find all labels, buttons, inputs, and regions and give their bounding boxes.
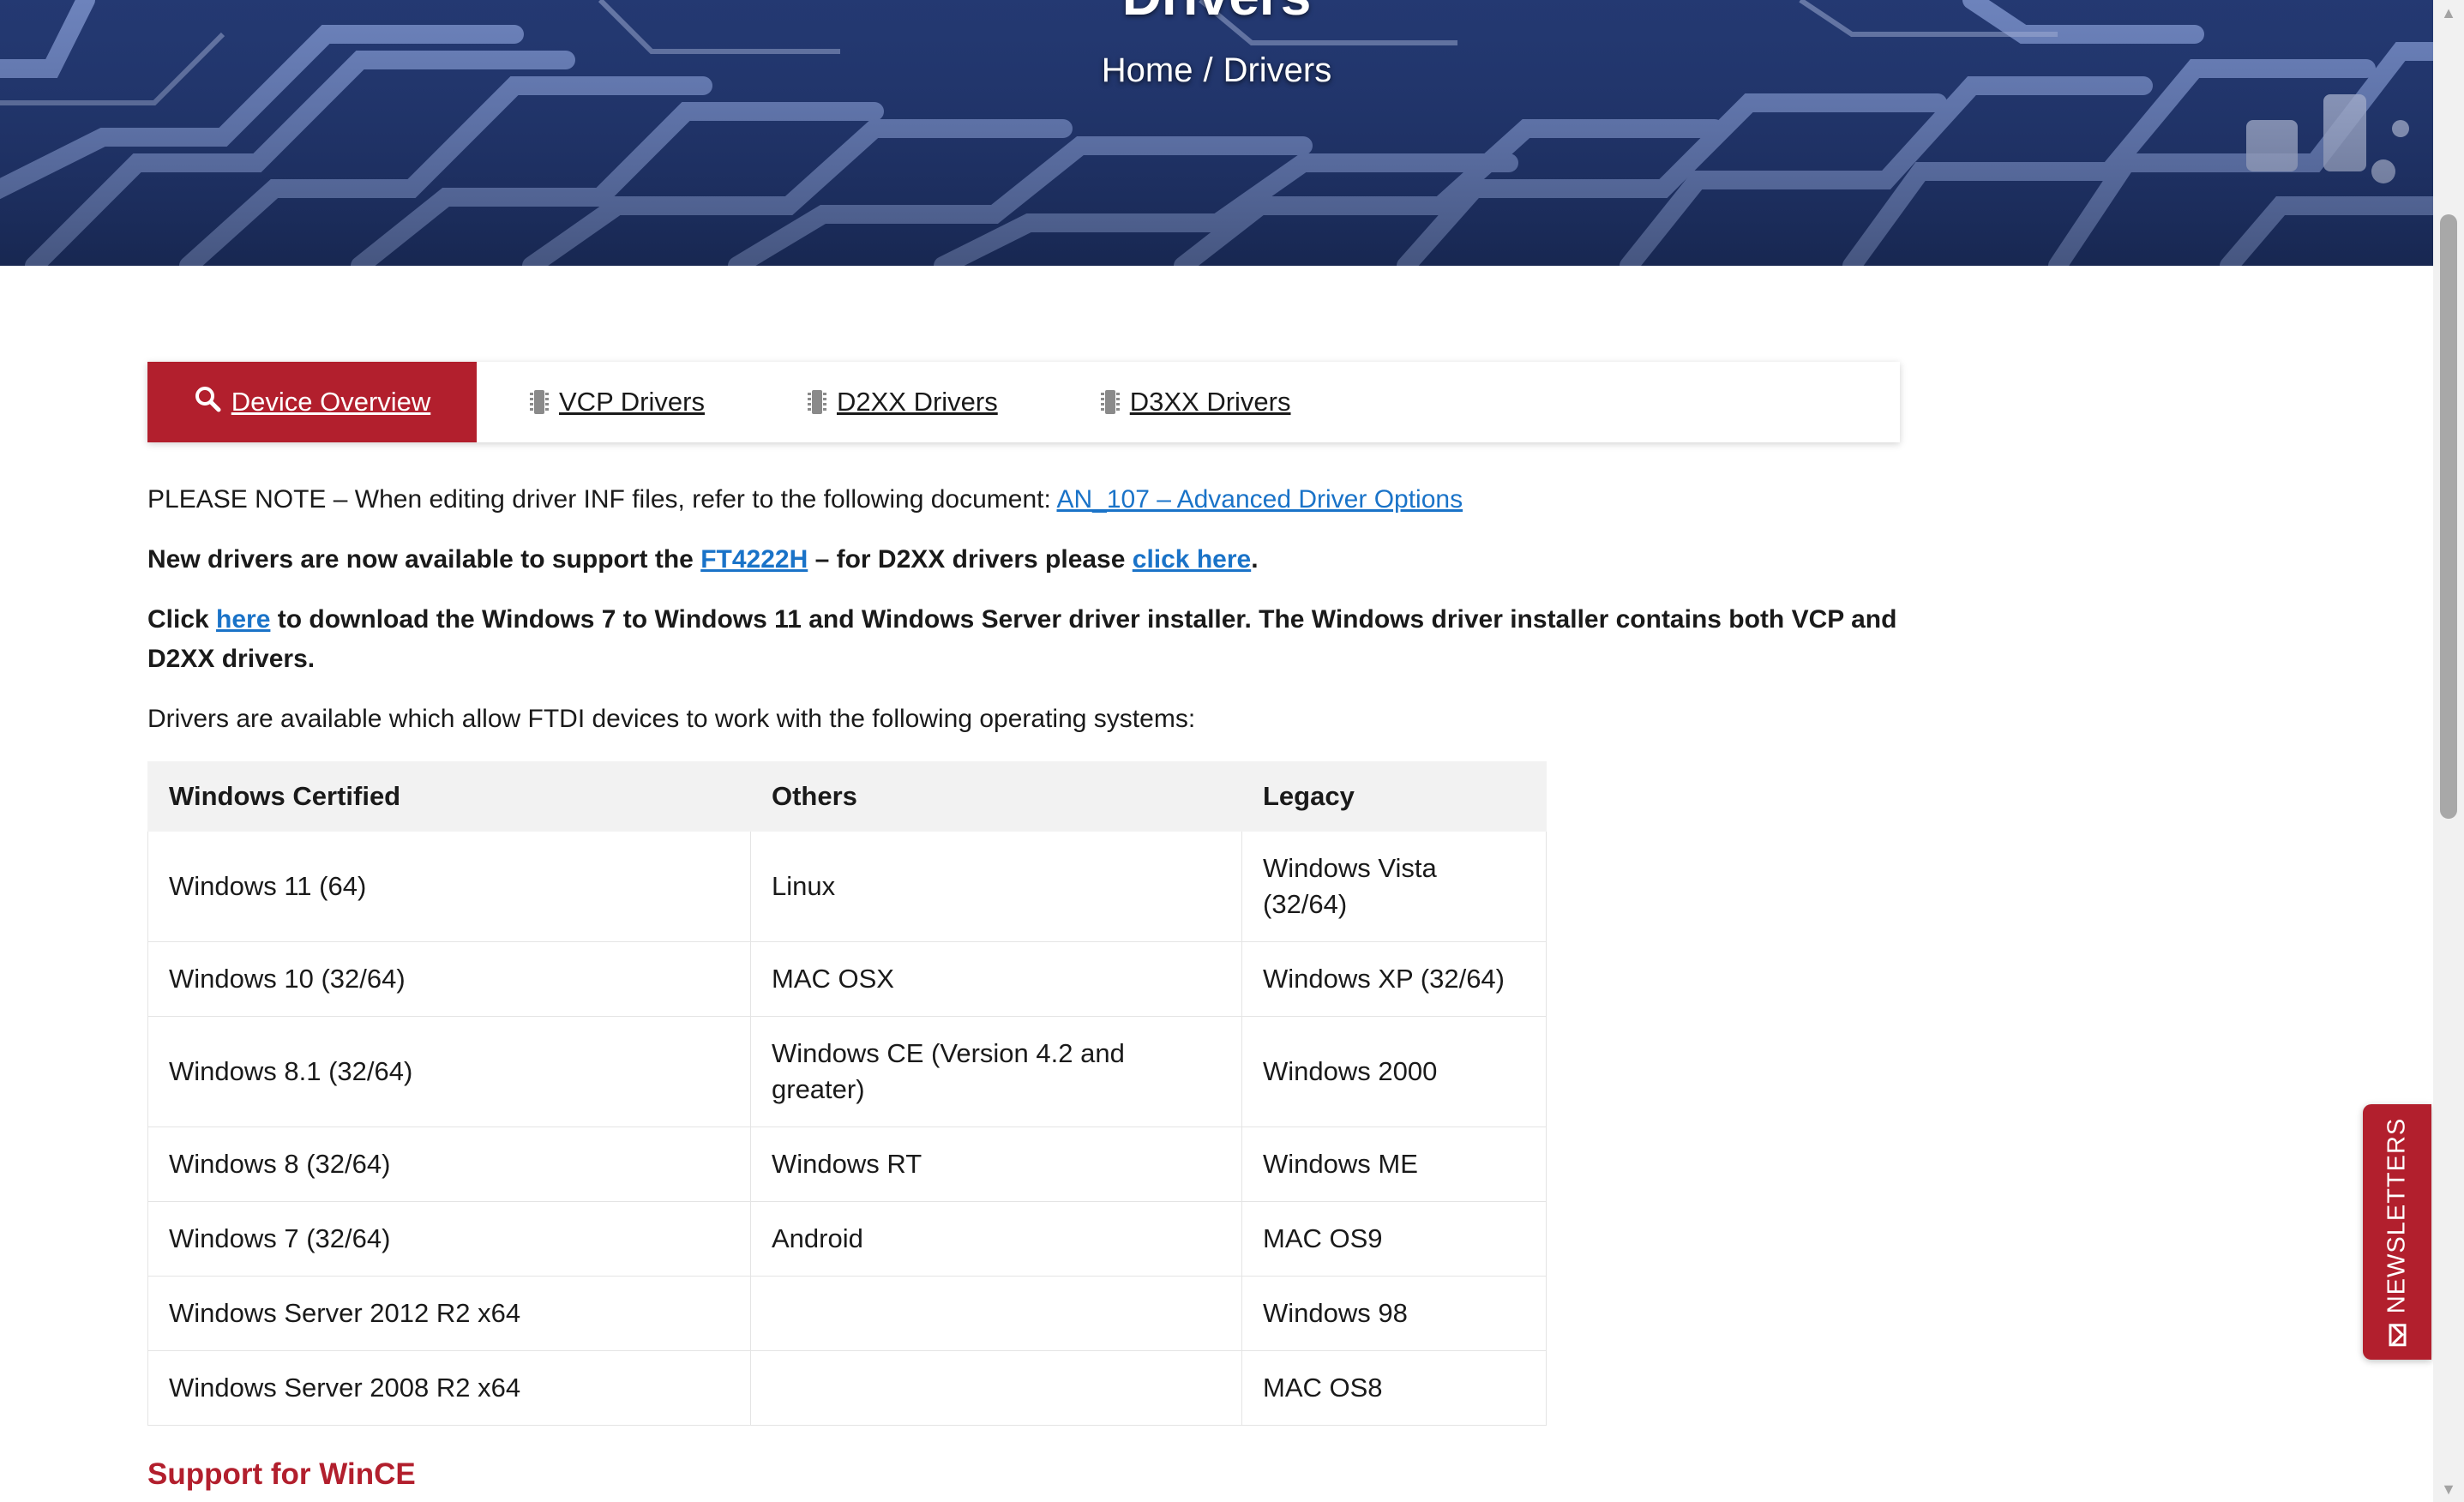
an107-link[interactable]: AN_107 – Advanced Driver Options — [1056, 485, 1463, 514]
tab-label: D2XX Drivers — [836, 387, 998, 417]
table-cell: Windows 98 — [1241, 1276, 1547, 1351]
table-cell: MAC OSX — [750, 941, 1242, 1017]
installer-prefix: Click — [147, 605, 217, 634]
tab-label: D3XX Drivers — [1129, 387, 1291, 417]
installer-download-link[interactable]: here — [216, 605, 270, 634]
table-row: Windows Server 2012 R2 x64 Windows 98 — [147, 1276, 1547, 1351]
tab-d3xx-drivers[interactable]: D3XX Drivers — [1100, 362, 1291, 442]
breadcrumb-separator: / — [1203, 51, 1213, 89]
mail-icon — [2389, 1324, 2406, 1347]
table-cell: Windows RT — [750, 1126, 1242, 1202]
table-row: Windows 7 (32/64) Android MAC OS9 — [147, 1201, 1547, 1277]
tab-label: VCP Drivers — [559, 387, 705, 417]
tab-device-overview[interactable]: Device Overview — [147, 362, 477, 442]
table-cell: MAC OS8 — [1241, 1350, 1547, 1426]
table-row: Windows 8 (32/64) Windows RT Windows ME — [147, 1126, 1547, 1202]
table-cell: Android — [750, 1201, 1242, 1277]
header-others: Others — [750, 761, 1242, 832]
scroll-down-icon[interactable]: ▼ — [2433, 1476, 2464, 1502]
header-legacy: Legacy — [1241, 761, 1547, 832]
new-drivers-notice: New drivers are now available to support… — [147, 540, 1259, 580]
inf-note-text: PLEASE NOTE – When editing driver INF fi… — [147, 485, 1057, 514]
table-cell: Windows 7 (32/64) — [147, 1201, 751, 1277]
table-cell: Windows 11 (64) — [147, 831, 751, 942]
table-cell: Windows 10 (32/64) — [147, 941, 751, 1017]
table-header-row: Windows Certified Others Legacy — [147, 761, 1547, 832]
installer-suffix: to download the Windows 7 to Windows 11 … — [147, 605, 1897, 673]
table-cell: Windows Server 2008 R2 x64 — [147, 1350, 751, 1426]
installer-notice: Click here to download the Windows 7 to … — [147, 600, 1914, 679]
table-row: Windows 11 (64) Linux Windows Vista (32/… — [147, 831, 1547, 942]
chip-icon — [1100, 390, 1120, 414]
circuit-board-background — [0, 0, 2433, 266]
supported-os-intro: Drivers are available which allow FTDI d… — [147, 705, 1196, 733]
table-cell — [750, 1350, 1242, 1426]
table-cell: Windows XP (32/64) — [1241, 941, 1547, 1017]
table-cell: Linux — [750, 831, 1242, 942]
table-cell: Windows 2000 — [1241, 1016, 1547, 1127]
table-cell — [750, 1276, 1242, 1351]
table-row: Windows 10 (32/64) MAC OSX Windows XP (3… — [147, 941, 1547, 1017]
scroll-up-icon[interactable]: ▲ — [2433, 0, 2464, 26]
table-cell: Windows CE (Version 4.2 and greater) — [750, 1016, 1242, 1127]
page-scrollbar[interactable]: ▲ ▼ — [2433, 0, 2464, 1502]
page-title: Drivers — [0, 0, 2433, 27]
table-cell: Windows Vista (32/64) — [1241, 831, 1547, 942]
table-row: Windows 8.1 (32/64) Windows CE (Version … — [147, 1016, 1547, 1127]
chip-icon — [807, 390, 826, 414]
table-cell: Windows 8.1 (32/64) — [147, 1016, 751, 1127]
new-drivers-middle-text: – for D2XX drivers please — [808, 545, 1133, 574]
tab-vcp-drivers[interactable]: VCP Drivers — [530, 362, 705, 442]
table-cell: Windows Server 2012 R2 x64 — [147, 1276, 751, 1351]
tab-label: Device Overview — [231, 387, 431, 417]
newsletters-label: NEWSLETTERS — [2383, 1117, 2411, 1314]
chip-icon — [530, 390, 549, 414]
breadcrumb-current: Drivers — [1223, 51, 1332, 89]
search-icon — [194, 385, 221, 419]
supported-os-table: Windows Certified Others Legacy Windows … — [147, 761, 1547, 1426]
table-row: Windows Server 2008 R2 x64 MAC OS8 — [147, 1350, 1547, 1426]
newsletters-button[interactable]: NEWSLETTERS — [2363, 1104, 2431, 1360]
d2xx-click-here-link[interactable]: click here — [1133, 545, 1251, 574]
new-drivers-text: New drivers are now available to support… — [147, 545, 701, 574]
tab-d2xx-drivers[interactable]: D2XX Drivers — [807, 362, 998, 442]
table-cell: Windows 8 (32/64) — [147, 1126, 751, 1202]
header-windows-certified: Windows Certified — [147, 761, 751, 832]
table-cell: MAC OS9 — [1241, 1201, 1547, 1277]
breadcrumb: Home / Drivers — [0, 51, 2433, 90]
breadcrumb-home-link[interactable]: Home — [1102, 51, 1193, 90]
driver-tabs: Device Overview VCP Drivers D2XX Drivers… — [147, 362, 1900, 442]
inf-note: PLEASE NOTE – When editing driver INF fi… — [147, 480, 1463, 520]
table-cell: Windows ME — [1241, 1126, 1547, 1202]
newsletters-content: NEWSLETTERS — [2383, 1118, 2412, 1347]
new-drivers-suffix: . — [1251, 545, 1259, 574]
ft4222h-link[interactable]: FT4222H — [700, 545, 808, 574]
support-wince-heading: Support for WinCE — [147, 1457, 416, 1491]
scrollbar-thumb[interactable] — [2440, 214, 2457, 819]
hero-banner: Drivers Home / Drivers — [0, 0, 2433, 266]
